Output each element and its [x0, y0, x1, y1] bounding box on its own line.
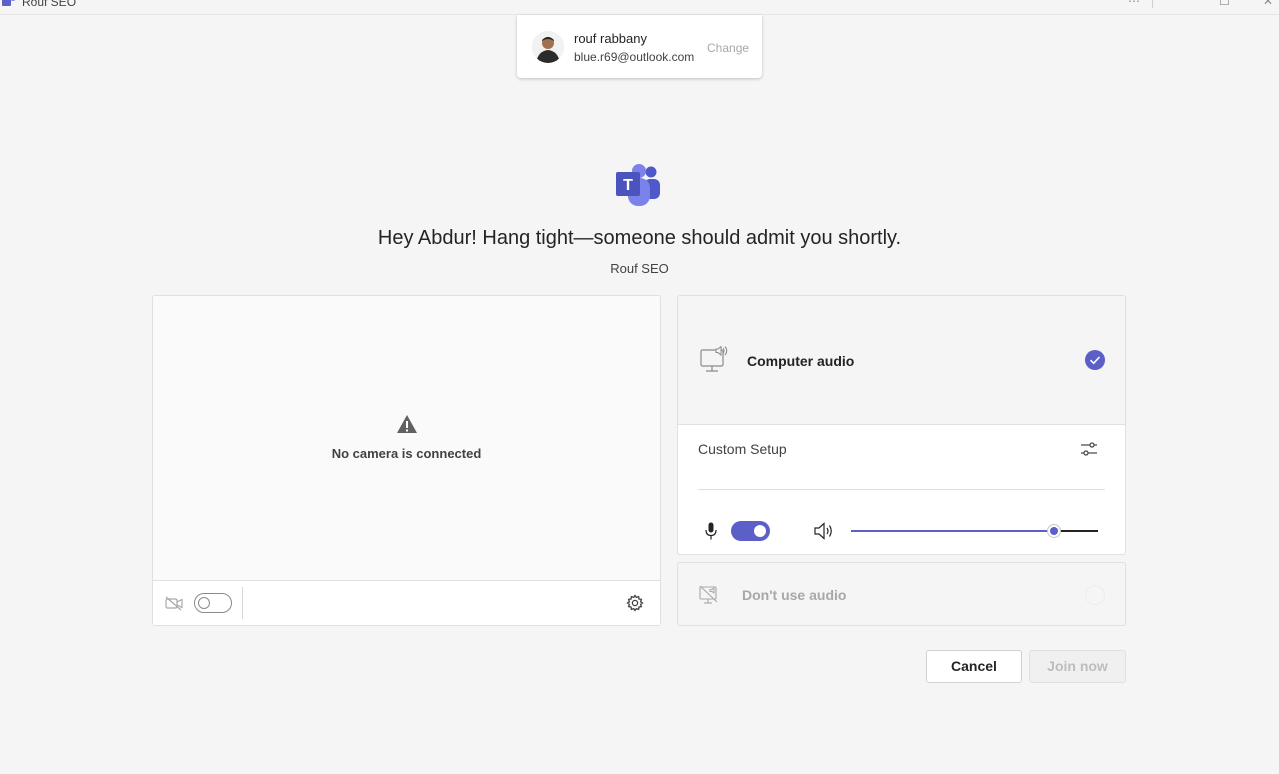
maximize-icon[interactable]: ☐ — [1219, 0, 1230, 8]
close-icon[interactable]: ✕ — [1263, 0, 1273, 8]
account-name: rouf rabbany — [574, 31, 647, 46]
dont-use-audio-radio[interactable] — [1085, 585, 1105, 605]
sliders-settings-icon[interactable] — [1080, 441, 1098, 457]
video-controls-bar — [153, 580, 660, 625]
video-preview: No camera is connected — [152, 295, 661, 626]
avatar — [532, 31, 564, 63]
dont-use-audio-option[interactable]: Don't use audio — [677, 562, 1126, 626]
volume-thumb[interactable] — [1046, 524, 1061, 538]
more-options-icon[interactable]: ⋯ — [1128, 0, 1140, 8]
account-card: rouf rabbany blue.r69@outlook.com Change — [517, 15, 762, 78]
device-settings-gear-icon[interactable] — [626, 594, 644, 612]
teams-icon — [2, 0, 16, 6]
no-camera-message: No camera is connected — [331, 446, 482, 461]
teams-logo-icon: T — [616, 164, 660, 206]
change-account-link[interactable]: Change — [707, 41, 749, 55]
waiting-headline: Hey Abdur! Hang tight—someone should adm… — [377, 227, 902, 249]
title-separator — [1152, 0, 1153, 8]
microphone-icon — [705, 522, 717, 540]
no-audio-icon — [699, 585, 718, 604]
controls-divider — [242, 587, 243, 619]
cancel-button[interactable]: Cancel — [926, 650, 1022, 683]
microphone-toggle[interactable] — [731, 521, 770, 541]
computer-audio-label: Computer audio — [747, 353, 855, 369]
selected-check-icon — [1085, 350, 1105, 370]
camera-off-icon — [165, 596, 183, 611]
svg-text:T: T — [623, 177, 633, 194]
window-title: Rouf SEO — [22, 0, 77, 9]
audio-options-panel: Computer audio Custom Setup — [677, 295, 1126, 555]
speaker-volume-slider[interactable] — [851, 524, 1098, 538]
camera-toggle[interactable] — [194, 593, 232, 613]
meeting-name: Rouf SEO — [610, 261, 669, 276]
computer-speaker-icon — [700, 346, 728, 372]
volume-fill — [851, 530, 1054, 532]
warning-icon — [397, 415, 417, 433]
computer-audio-option[interactable]: Computer audio — [678, 296, 1125, 425]
dont-use-audio-label: Don't use audio — [742, 587, 847, 603]
title-bar: Rouf SEO ⋯ ☐ ✕ — [0, 0, 1279, 15]
custom-setup-divider — [698, 489, 1105, 490]
join-now-button[interactable]: Join now — [1029, 650, 1126, 683]
speaker-icon — [814, 522, 832, 540]
account-email: blue.r69@outlook.com — [574, 50, 695, 64]
custom-setup-label: Custom Setup — [698, 441, 787, 457]
